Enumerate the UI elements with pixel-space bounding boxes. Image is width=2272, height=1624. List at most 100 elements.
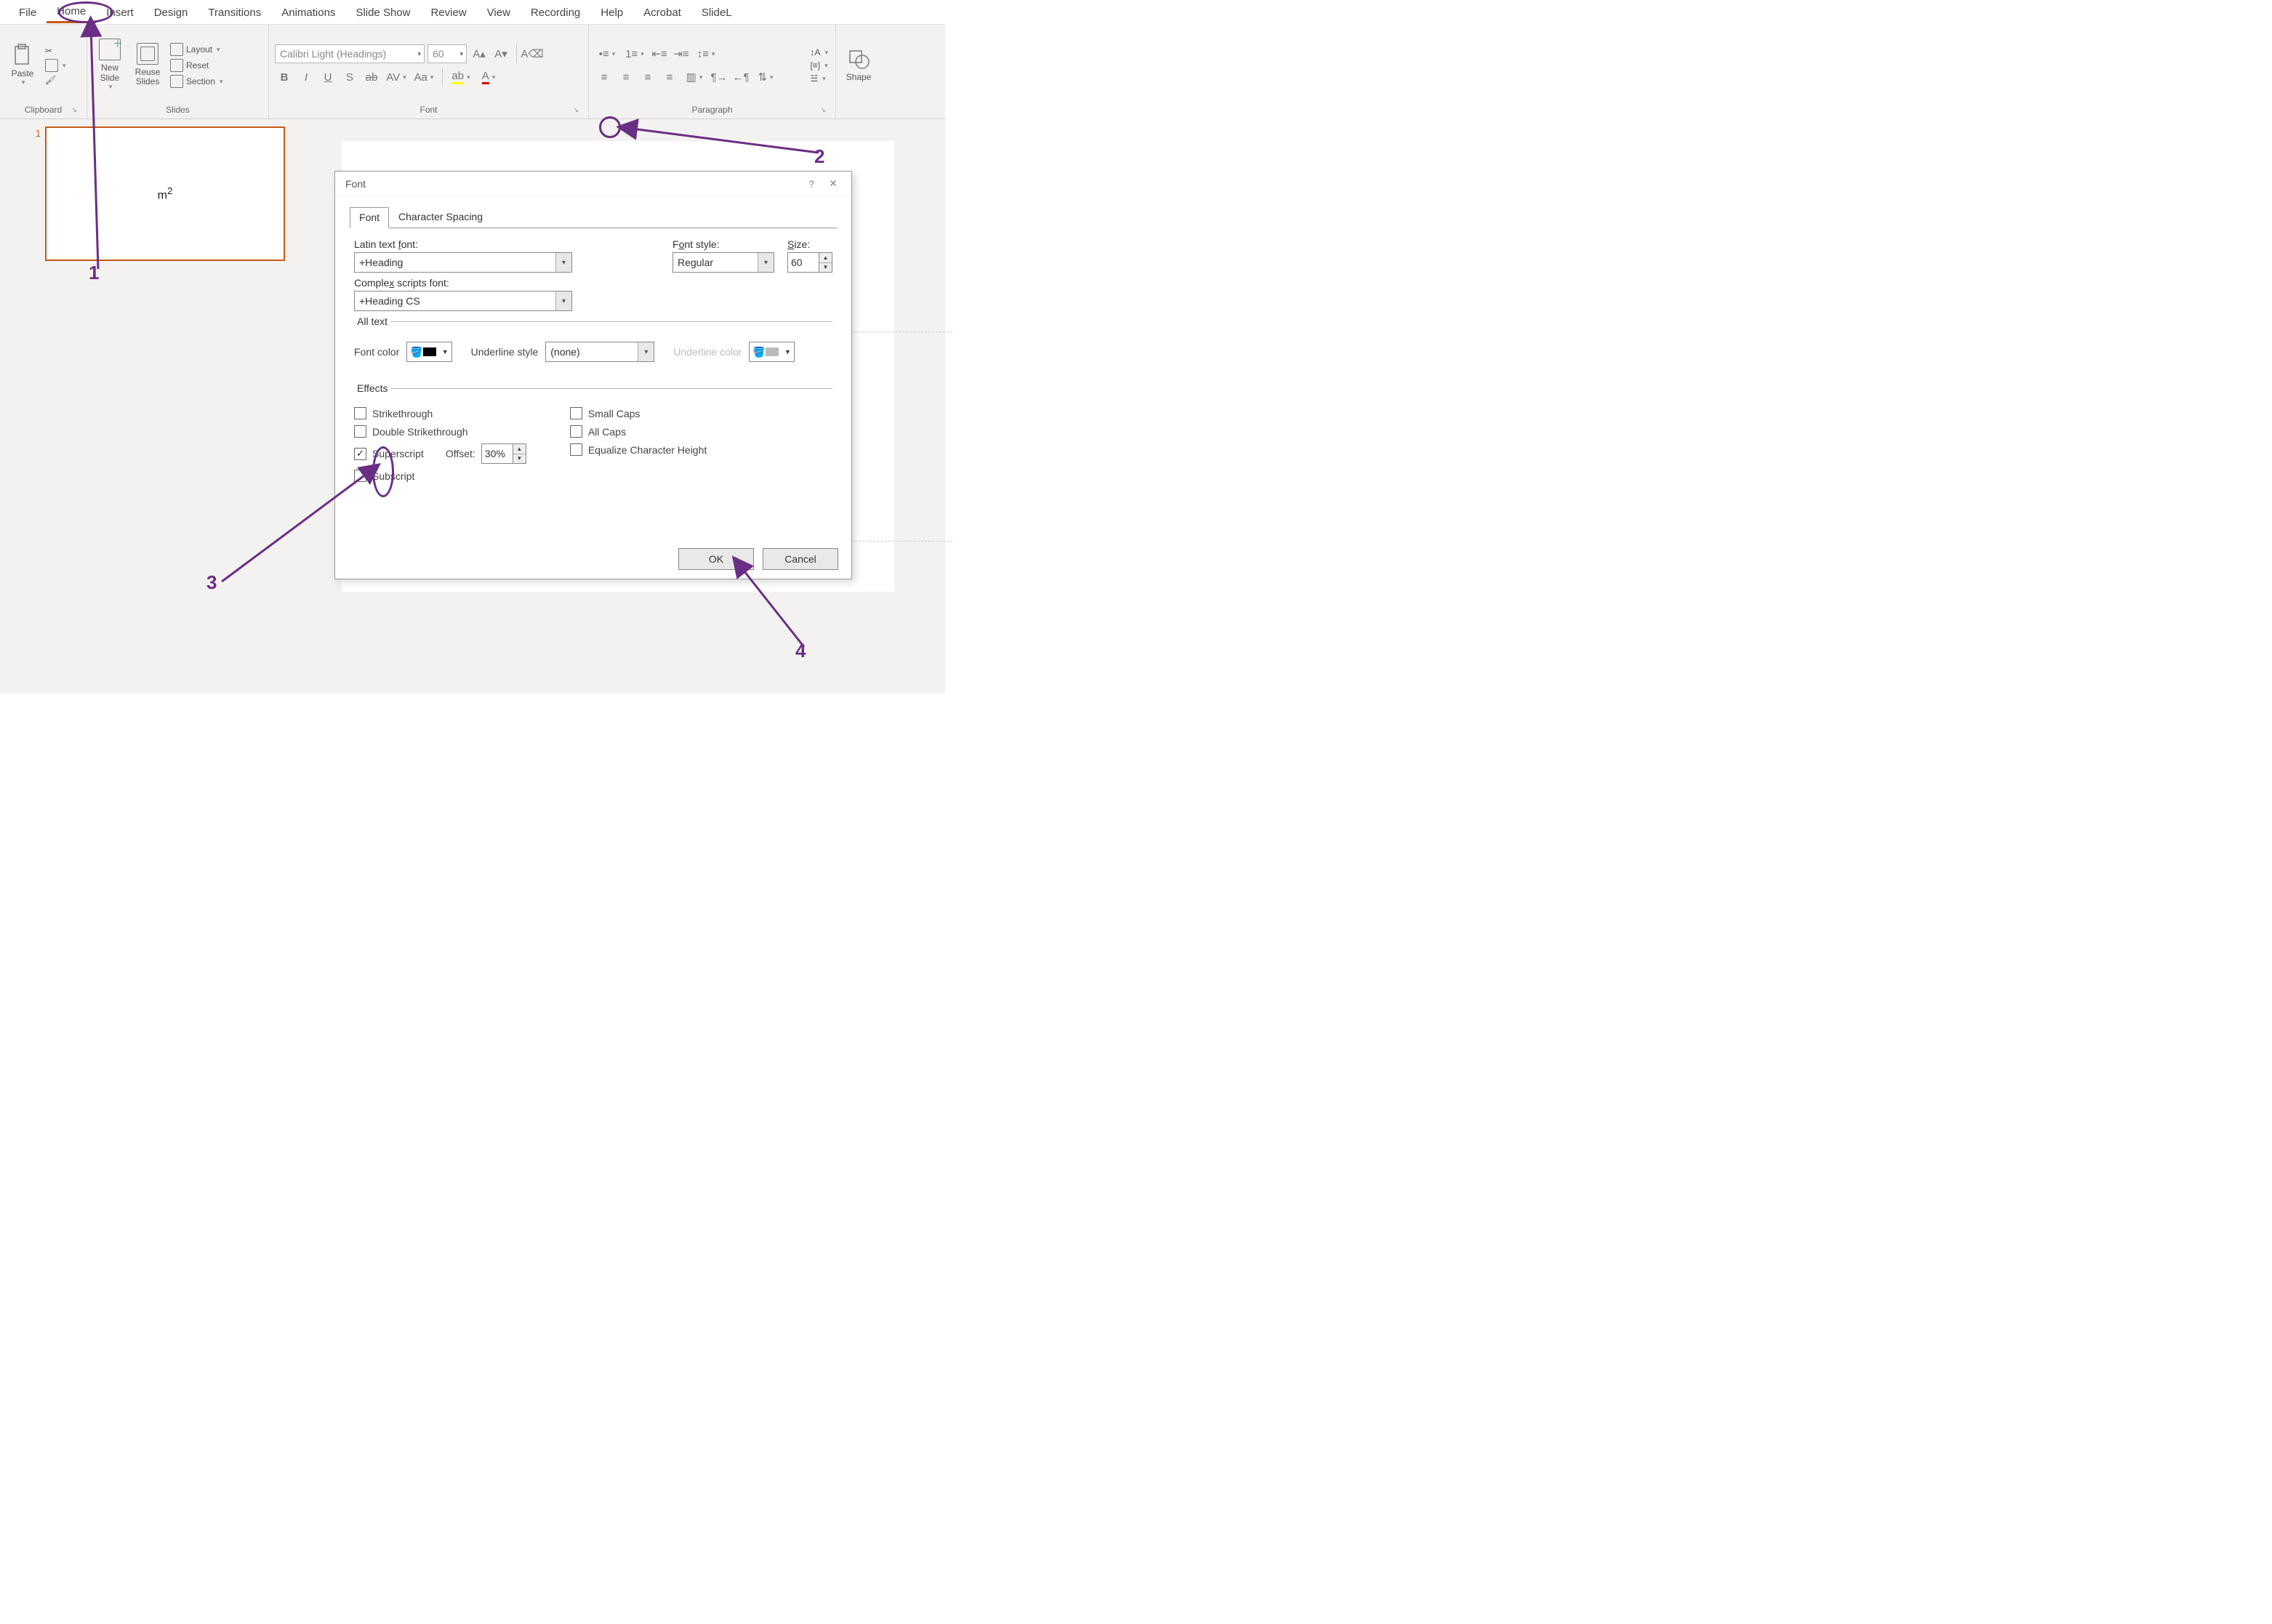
group-clipboard: Paste ▾ ✂ ▾ 🖌 Clipboard ↘ xyxy=(0,25,87,118)
clipboard-launcher[interactable]: ↘ xyxy=(69,105,79,115)
increase-font-button[interactable]: A▴ xyxy=(470,44,489,63)
increase-indent-button[interactable]: ⇥≡ xyxy=(672,44,691,63)
cut-button[interactable]: ✂ xyxy=(44,45,68,57)
close-button[interactable]: ✕ xyxy=(822,175,844,193)
font-color-button[interactable]: A▾ xyxy=(476,68,501,87)
strikethrough-button[interactable]: ab xyxy=(362,68,381,87)
slide-thumbnail-1[interactable]: m2 xyxy=(45,126,285,261)
complex-font-combo[interactable]: +Heading CS▾ xyxy=(354,291,572,311)
scissors-icon: ✂ xyxy=(45,46,52,56)
tab-insert[interactable]: Insert xyxy=(96,2,144,23)
offset-spinner[interactable]: ▲▼ xyxy=(481,443,526,464)
bullets-button[interactable]: •≡▾ xyxy=(595,44,619,63)
align-text-button[interactable]: [≡]▾ xyxy=(808,60,830,71)
ltr-button[interactable]: ¶→ xyxy=(710,68,728,87)
section-button[interactable]: Section▾ xyxy=(169,74,225,89)
tab-slidel[interactable]: SlideL xyxy=(691,2,742,23)
dialog-tab-spacing[interactable]: Character Spacing xyxy=(389,206,492,228)
bold-button[interactable]: B xyxy=(275,68,294,87)
underline-button[interactable]: U xyxy=(318,68,337,87)
character-spacing-button[interactable]: AV▾ xyxy=(384,68,409,87)
reuse-slides-button[interactable]: ReuseSlides xyxy=(131,41,164,89)
align-left-button[interactable]: ≡ xyxy=(595,68,614,87)
copy-button[interactable]: ▾ xyxy=(44,58,68,73)
tab-view[interactable]: View xyxy=(477,2,521,23)
superscript-checkbox[interactable]: Superscript xyxy=(354,448,424,460)
chevron-down-icon: ▼ xyxy=(442,348,449,355)
tab-recording[interactable]: Recording xyxy=(521,2,590,23)
latin-font-value: +Heading xyxy=(359,257,403,268)
spin-down-icon[interactable]: ▼ xyxy=(513,454,526,464)
strikethrough-checkbox[interactable]: Strikethrough xyxy=(354,407,526,419)
brush-icon: 🖌 xyxy=(45,75,56,85)
text-direction-vert-button[interactable]: ↕A▾ xyxy=(808,47,830,58)
text-direction-button[interactable]: ⇅▾ xyxy=(753,68,778,87)
font-size-combo[interactable]: 60▾ xyxy=(427,44,467,63)
layout-button[interactable]: Layout▾ xyxy=(169,42,225,57)
shadow-button[interactable]: S xyxy=(340,68,359,87)
equalize-checkbox[interactable]: Equalize Character Height xyxy=(570,443,707,456)
justify-button[interactable]: ≡ xyxy=(660,68,679,87)
shapes-label: Shape xyxy=(846,72,872,82)
font-color-picker[interactable]: 🪣 ▼ xyxy=(406,342,451,362)
font-size-input[interactable] xyxy=(787,252,819,273)
rtl-button[interactable]: ←¶ xyxy=(731,68,750,87)
numbering-button[interactable]: 1≡▾ xyxy=(622,44,647,63)
decrease-font-button[interactable]: A▾ xyxy=(491,44,510,63)
line-spacing-button[interactable]: ↕≡▾ xyxy=(694,44,718,63)
ok-button[interactable]: OK xyxy=(678,548,754,570)
tab-help[interactable]: Help xyxy=(590,2,633,23)
group-clipboard-label: Clipboard xyxy=(25,105,62,115)
dialog-tabs: Font Character Spacing xyxy=(335,196,851,228)
tab-review[interactable]: Review xyxy=(420,2,476,23)
tab-acrobat[interactable]: Acrobat xyxy=(633,2,691,23)
chevron-down-icon: ▾ xyxy=(63,62,66,70)
underline-style-combo[interactable]: (none)▾ xyxy=(545,342,654,362)
reset-label: Reset xyxy=(186,60,209,71)
dialog-footer: OK Cancel xyxy=(678,548,838,570)
underline-color-picker: 🪣 ▼ xyxy=(749,342,794,362)
decrease-indent-button[interactable]: ⇤≡ xyxy=(650,44,669,63)
offset-input[interactable] xyxy=(481,443,513,464)
layout-icon xyxy=(170,43,183,56)
cancel-button[interactable]: Cancel xyxy=(763,548,838,570)
tab-animations[interactable]: Animations xyxy=(271,2,345,23)
shapes-button[interactable]: Shape xyxy=(842,46,875,85)
align-center-button[interactable]: ≡ xyxy=(617,68,635,87)
chevron-down-icon: ▾ xyxy=(217,46,220,54)
tab-slideshow[interactable]: Slide Show xyxy=(345,2,420,23)
spin-up-icon[interactable]: ▲ xyxy=(513,444,526,454)
clear-formatting-button[interactable]: A⌫ xyxy=(523,44,542,63)
tab-design[interactable]: Design xyxy=(144,2,198,23)
highlight-color-button[interactable]: ab▾ xyxy=(449,68,473,87)
tab-transitions[interactable]: Transitions xyxy=(198,2,271,23)
change-case-button[interactable]: Aa▾ xyxy=(412,68,436,87)
double-strikethrough-checkbox[interactable]: Double Strikethrough xyxy=(354,425,526,438)
slide-number: 1 xyxy=(36,126,41,261)
font-size-spinner[interactable]: ▲▼ xyxy=(787,252,832,273)
spin-down-icon[interactable]: ▼ xyxy=(819,263,832,273)
new-slide-button[interactable]: ＋ NewSlide ▾ xyxy=(93,37,127,93)
all-caps-checkbox[interactable]: All Caps xyxy=(570,425,707,438)
paragraph-launcher[interactable]: ↘ xyxy=(818,105,828,115)
chevron-down-icon: ▼ xyxy=(784,348,791,355)
font-style-combo[interactable]: Regular▾ xyxy=(673,252,774,273)
latin-font-combo[interactable]: +Heading▾ xyxy=(354,252,572,273)
small-caps-checkbox[interactable]: Small Caps xyxy=(570,407,707,419)
dialog-tab-font[interactable]: Font xyxy=(350,207,389,228)
font-dialog-launcher[interactable]: ↘ xyxy=(571,105,581,115)
columns-button[interactable]: ▥▾ xyxy=(682,68,707,87)
italic-button[interactable]: I xyxy=(297,68,316,87)
subscript-checkbox[interactable]: Subscript xyxy=(354,470,526,482)
convert-smartart-button[interactable]: ☱▾ xyxy=(808,73,830,84)
spin-up-icon[interactable]: ▲ xyxy=(819,253,832,263)
format-painter-button[interactable]: 🖌 xyxy=(44,74,68,86)
reset-button[interactable]: Reset xyxy=(169,58,225,73)
tab-home[interactable]: Home xyxy=(47,1,96,23)
help-button[interactable]: ? xyxy=(800,175,822,193)
font-name-combo[interactable]: Calibri Light (Headings)▾ xyxy=(275,44,425,63)
align-right-button[interactable]: ≡ xyxy=(638,68,657,87)
tab-file[interactable]: File xyxy=(9,2,47,23)
strike-lbl: Strikethrough xyxy=(372,408,433,419)
paste-button[interactable]: Paste ▾ xyxy=(6,42,39,89)
